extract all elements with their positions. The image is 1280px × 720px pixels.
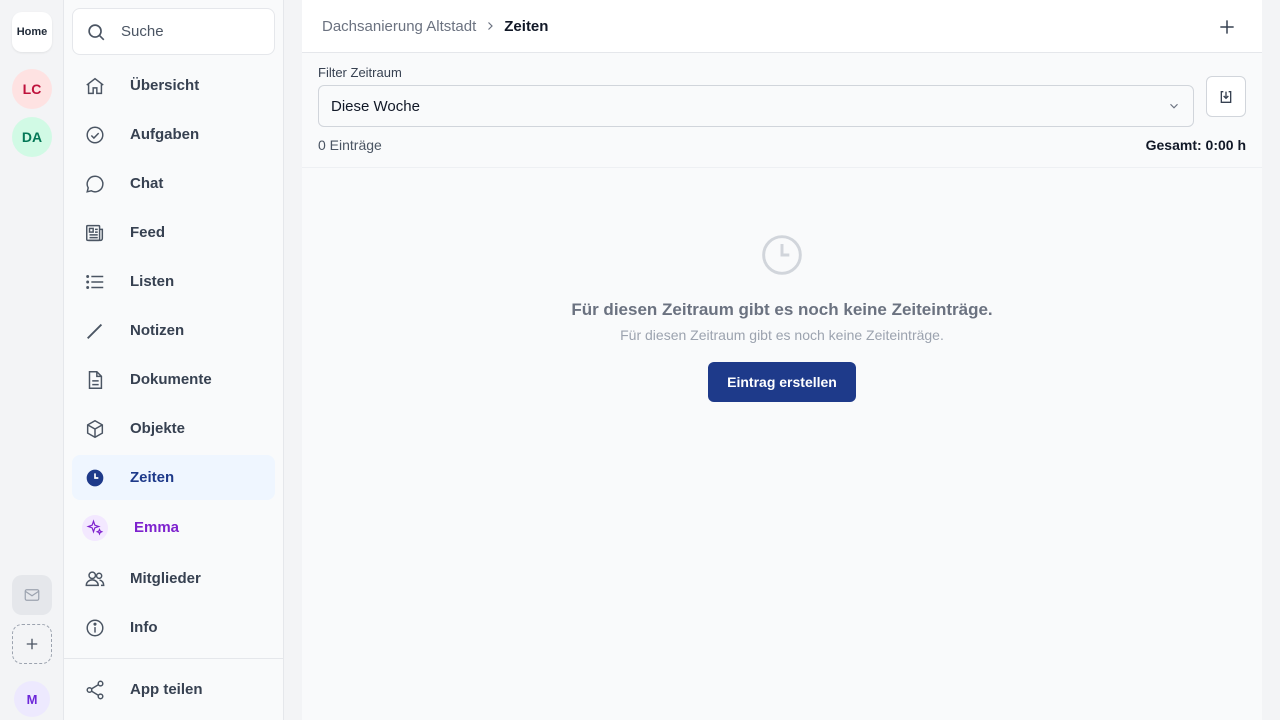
info-icon [84, 617, 106, 639]
sidebar-item-feed[interactable]: Feed [72, 210, 275, 255]
sidebar-item-info[interactable]: Info [72, 605, 275, 650]
sidebar-item-label: Objekte [130, 420, 186, 437]
empty-state-subtitle: Für diesen Zeitraum gibt es noch keine Z… [620, 327, 944, 343]
clock-icon [84, 467, 106, 489]
list-icon [84, 271, 106, 293]
export-button[interactable] [1206, 76, 1246, 117]
workspace-rail: Home LC DA M [0, 0, 64, 720]
sidebar-item-label: Notizen [130, 322, 185, 339]
breadcrumb-parent[interactable]: Dachsanierung Altstadt [322, 18, 476, 35]
main-panel: Dachsanierung Altstadt Zeiten Filter Zei… [302, 0, 1262, 720]
search-box[interactable] [72, 8, 275, 55]
period-select-value: Diese Woche [331, 97, 420, 115]
users-icon [84, 568, 106, 590]
breadcrumb-current: Zeiten [504, 17, 549, 35]
sidebar-item-chat[interactable]: Chat [72, 161, 275, 206]
workspace-avatar-da[interactable]: DA [12, 117, 52, 157]
document-icon [84, 369, 106, 391]
sparkles-icon [82, 514, 108, 541]
sidebar-item-label: Mitglieder [130, 570, 201, 587]
sidebar-item-label: Info [130, 619, 158, 636]
workspace-avatar-lc[interactable]: LC [12, 69, 52, 109]
sidebar-item-label: Zeiten [130, 469, 175, 486]
sidebar-item-label: Chat [130, 175, 164, 192]
empty-state-title: Für diesen Zeitraum gibt es noch keine Z… [571, 300, 993, 319]
sidebar-item-label: Übersicht [130, 77, 200, 94]
mail-icon [24, 589, 40, 601]
sidebar-item-label: Feed [130, 224, 166, 241]
total-hours: Gesamt: 0:00 h [1145, 137, 1246, 153]
sidebar-item-mitglieder[interactable]: Mitglieder [72, 556, 275, 601]
period-select[interactable]: Diese Woche [318, 85, 1194, 127]
create-entry-button[interactable]: Eintrag erstellen [708, 362, 856, 402]
sidebar-item-uebersicht[interactable]: Übersicht [72, 63, 275, 108]
sidebar-item-label: Listen [130, 273, 175, 290]
clock-icon [762, 235, 802, 275]
add-entry-button[interactable] [1212, 12, 1242, 42]
sidebar-item-label: Emma [134, 519, 180, 536]
check-circle-icon [84, 124, 106, 146]
plus-icon [26, 638, 38, 650]
sidebar-item-label: App teilen [130, 681, 203, 698]
sidebar-item-dokumente[interactable]: Dokumente [72, 357, 275, 402]
share-app-button[interactable]: App teilen [72, 667, 275, 712]
sidebar-item-notizen[interactable]: Notizen [72, 308, 275, 353]
chevron-down-icon [1167, 99, 1181, 113]
sidebar-item-label: Dokumente [130, 371, 212, 388]
home-button[interactable]: Home [12, 12, 52, 52]
share-icon [84, 679, 106, 701]
sidebar-item-listen[interactable]: Listen [72, 259, 275, 304]
add-workspace-button[interactable] [12, 624, 52, 664]
filter-label: Filter Zeitraum [318, 65, 402, 80]
header-bar: Dachsanierung Altstadt Zeiten [302, 0, 1262, 53]
inbox-button[interactable] [12, 575, 52, 615]
sidebar: Übersicht Aufgaben Chat Feed Listen Noti… [64, 0, 284, 720]
plus-icon [1220, 20, 1234, 34]
search-icon [85, 21, 107, 43]
cube-icon [84, 418, 106, 440]
right-gutter [1262, 0, 1280, 720]
sidebar-item-aufgaben[interactable]: Aufgaben [72, 112, 275, 157]
entry-count: 0 Einträge [318, 137, 382, 153]
pencil-icon [84, 320, 106, 342]
chat-bubble-icon [84, 173, 106, 195]
chevron-right-icon [484, 20, 496, 32]
newspaper-icon [84, 222, 106, 244]
user-avatar[interactable]: M [14, 681, 50, 717]
sidebar-item-zeiten[interactable]: Zeiten [72, 455, 275, 500]
content-divider [302, 167, 1262, 168]
download-icon [1220, 90, 1232, 103]
home-icon [84, 75, 106, 97]
sidebar-item-emma[interactable]: Emma [72, 505, 275, 550]
search-input[interactable] [121, 23, 261, 40]
sidebar-item-objekte[interactable]: Objekte [72, 406, 275, 451]
sidebar-divider [64, 658, 283, 659]
sidebar-item-label: Aufgaben [130, 126, 200, 143]
